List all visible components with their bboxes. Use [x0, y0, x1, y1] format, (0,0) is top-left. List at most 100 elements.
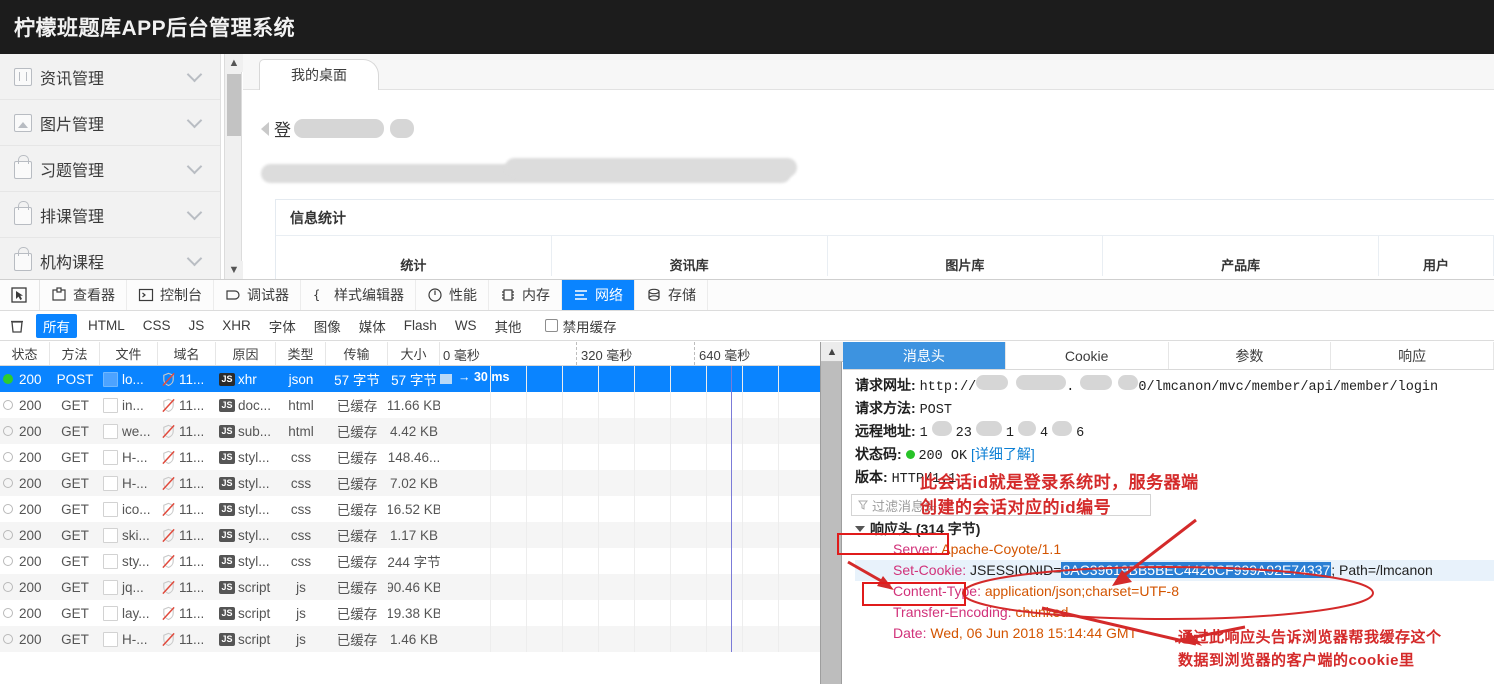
js-badge-icon: JS [219, 450, 235, 464]
response-headers-section-title[interactable]: 响应头 (314 字节) [855, 519, 1494, 539]
chevron-down-icon [186, 250, 203, 266]
col-status[interactable]: 状态 [0, 342, 50, 365]
col-method[interactable]: 方法 [50, 342, 100, 365]
annotation-cache-note: 通过此响应头告诉浏览器帮我缓存这个 数据到浏览器的客户端的cookie里 [1178, 626, 1442, 672]
sidebar-item-tupian[interactable]: 图片管理 [0, 100, 220, 146]
tab-performance[interactable]: 性能 [416, 280, 489, 310]
col-size[interactable]: 大小 [388, 342, 440, 365]
filter-xhr[interactable]: XHR [215, 316, 258, 335]
timeline-gridline [670, 496, 671, 522]
sidebar-item-label: 资讯管理 [40, 70, 105, 88]
tab-style-editor[interactable]: { } 样式编辑器 [301, 280, 416, 310]
filter-image[interactable]: 图像 [307, 314, 348, 338]
caret-left-icon[interactable] [261, 121, 269, 136]
tab-memory[interactable]: 内存 [489, 280, 562, 310]
table-row[interactable]: 200 GET in... 11... JS doc... html 已缓存 11.66 KB [0, 392, 820, 418]
tab-network[interactable]: 网络 [562, 280, 635, 310]
timeline-gridline [778, 418, 779, 444]
scrollbar-thumb[interactable] [227, 74, 241, 136]
table-row[interactable]: 200 GET H-... 11... JS styl... css 已缓存 148.46... [0, 444, 820, 470]
timeline-gridline [778, 522, 779, 548]
col-cause[interactable]: 原因 [216, 342, 276, 365]
table-row[interactable]: 200 GET ski... 11... JS styl... css 已缓存 1.17 KB [0, 522, 820, 548]
filter-flash[interactable]: Flash [397, 316, 444, 335]
tab-inspector[interactable]: 查看器 [40, 280, 127, 310]
cell-timeline [440, 444, 820, 470]
disable-cache-checkbox[interactable]: 禁用缓存 [544, 316, 617, 336]
timeline-gridline [706, 392, 707, 418]
filter-css[interactable]: CSS [136, 316, 178, 335]
col-domain[interactable]: 域名 [158, 342, 216, 365]
table-row[interactable]: 200 GET H-... 11... JS styl... css 已缓存 7.02 KB [0, 470, 820, 496]
cell-cause: JS xhr [216, 372, 276, 387]
filter-media[interactable]: 媒体 [352, 314, 393, 338]
sidebar-item-zixun[interactable]: 资讯管理 [0, 54, 220, 100]
cell-cause: JS styl... [216, 502, 276, 517]
cell-status: 200 [0, 554, 50, 569]
timeline-gridline [598, 392, 599, 418]
timeline-gridline [562, 392, 563, 418]
filter-ws[interactable]: WS [448, 316, 484, 335]
panel-splitter[interactable]: ▲ [820, 342, 843, 684]
table-row[interactable]: 200 POST lo... 11... JS xhr json 57 字节 57 字节 → 30… [0, 366, 820, 392]
details-tab-response[interactable]: 响应 [1331, 342, 1494, 369]
status-ok-icon [905, 450, 915, 459]
timeline-gridline [598, 626, 599, 652]
element-picker-button[interactable] [0, 280, 40, 310]
table-row[interactable]: 200 GET ico... 11... JS styl... css 已缓存 16.52 KB [0, 496, 820, 522]
filter-all[interactable]: 所有 [36, 313, 77, 338]
file-icon [103, 605, 118, 621]
file-icon [103, 475, 118, 491]
timeline-gridline [562, 496, 563, 522]
lock-icon [14, 247, 32, 271]
tab-my-desktop[interactable]: 我的桌面 [259, 59, 379, 90]
status-learn-more-link[interactable]: [详细了解] [971, 446, 1035, 462]
file-icon [103, 371, 118, 387]
tab-storage[interactable]: 存储 [635, 280, 708, 310]
filter-js[interactable]: JS [182, 316, 212, 335]
collapse-icon[interactable]: ▲ [821, 342, 843, 362]
page-scrollbar[interactable]: ▲ ▼ [224, 54, 243, 279]
filter-html[interactable]: HTML [81, 316, 132, 335]
cell-type: css [290, 527, 312, 543]
timeline-gridline [742, 496, 743, 522]
filter-other[interactable]: 其他 [488, 314, 529, 338]
header-row-set-cookie[interactable]: Set-Cookie: JSESSIONID=8AC39619BB5BEC442… [855, 560, 1494, 581]
cell-domain: 11... [158, 632, 216, 647]
status-code: 200 [19, 475, 42, 491]
timeline-gridline [598, 366, 599, 392]
sidebar-item-jigou[interactable]: 机构课程 [0, 238, 220, 279]
js-badge-icon: JS [219, 528, 235, 542]
timeline-gridline [490, 496, 491, 522]
table-row[interactable]: 200 GET jq... 11... JS script js 已缓存 90.46 KB [0, 574, 820, 600]
details-tab-cookies[interactable]: Cookie [1006, 342, 1169, 369]
timeline-gridline [706, 548, 707, 574]
table-row[interactable]: 200 GET lay... 11... JS script js 已缓存 19.38 KB [0, 600, 820, 626]
tab-console[interactable]: 控制台 [127, 280, 214, 310]
sidebar-item-paike[interactable]: 排课管理 [0, 192, 220, 238]
filter-font[interactable]: 字体 [262, 314, 303, 338]
table-row[interactable]: 200 GET sty... 11... JS styl... css 已缓存 244 字节 [0, 548, 820, 574]
details-tab-params[interactable]: 参数 [1169, 342, 1332, 369]
network-request-list[interactable]: 状态 方法 文件 域名 原因 类型 传输 大小 0 毫秒 320 毫秒 640 … [0, 342, 820, 684]
timeline-gridline [598, 444, 599, 470]
request-method-label: 请求方法: [855, 400, 916, 416]
tab-debugger[interactable]: 调试器 [214, 280, 301, 310]
header-name: Set-Cookie [893, 562, 963, 578]
sidebar-item-xiti[interactable]: 习题管理 [0, 146, 220, 192]
cell-file: ski... [100, 527, 158, 543]
scroll-down-icon[interactable]: ▼ [225, 261, 243, 279]
col-type[interactable]: 类型 [276, 342, 326, 365]
js-badge-icon: JS [219, 398, 235, 412]
details-tab-headers[interactable]: 消息头 [843, 342, 1006, 369]
col-transfer[interactable]: 传输 [326, 342, 388, 365]
col-file[interactable]: 文件 [100, 342, 158, 365]
table-row[interactable]: 200 GET H-... 11... JS script js 已缓存 1.46 KB [0, 626, 820, 652]
timeline-gridline [778, 600, 779, 626]
clear-icon[interactable] [8, 317, 26, 335]
table-row[interactable]: 200 GET we... 11... JS sub... html 已缓存 4.42 KB [0, 418, 820, 444]
scroll-up-icon[interactable]: ▲ [225, 54, 243, 72]
timeline-tick-640: 640 毫秒 [699, 348, 751, 363]
js-badge-icon: JS [219, 554, 235, 568]
timeline-gridline [490, 444, 491, 470]
